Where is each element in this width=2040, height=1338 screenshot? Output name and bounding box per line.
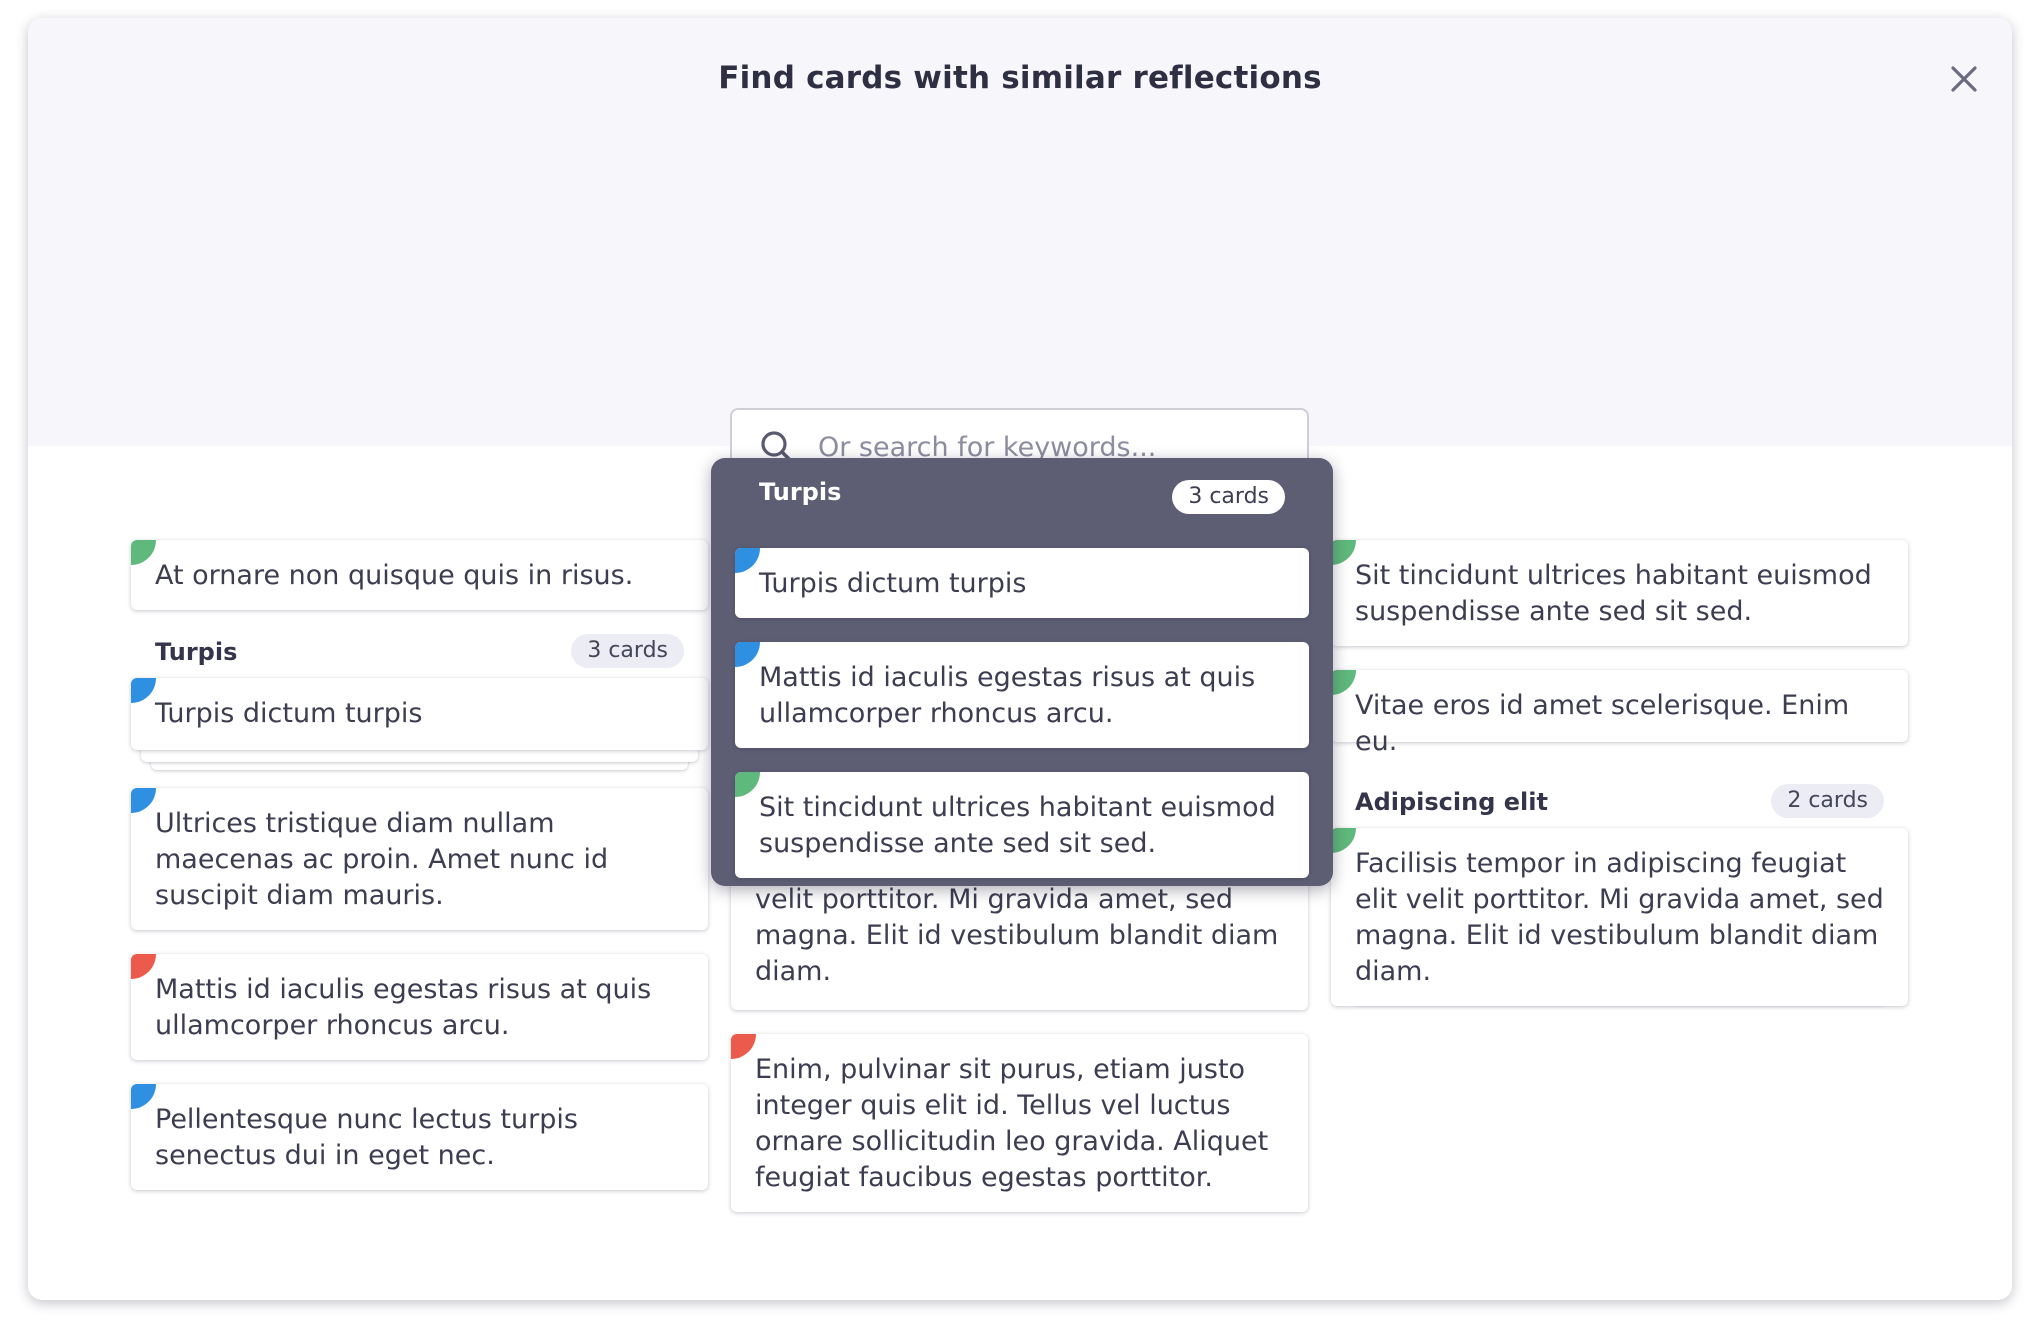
category-marker xyxy=(131,678,156,703)
card-text: Turpis dictum turpis xyxy=(759,568,1027,599)
popup-card[interactable]: Sit tincidunt ultrices habitant euismod … xyxy=(735,772,1309,878)
card-text: Facilisis tempor in adipiscing feugiat e… xyxy=(1355,848,1884,987)
category-marker xyxy=(735,772,760,797)
popup-card[interactable]: Turpis dictum turpis xyxy=(735,548,1309,618)
card-text: Ultrices tristique diam nullam maecenas … xyxy=(155,808,609,911)
category-marker xyxy=(1331,540,1356,565)
card-text: Pellentesque nunc lectus turpis senectus… xyxy=(155,1104,578,1171)
category-marker xyxy=(731,1034,756,1059)
reflection-card[interactable]: Ultrices tristique diam nullam maecenas … xyxy=(131,788,708,930)
card-text: At ornare non quisque quis in risus. xyxy=(155,560,634,591)
popup-card[interactable]: Mattis id iaculis egestas risus at quis … xyxy=(735,642,1309,748)
card-text: velit porttitor. Mi gravida amet, sed ma… xyxy=(755,884,1279,987)
group-title: Adipiscing elit xyxy=(1355,788,1548,816)
close-icon xyxy=(1951,66,1977,92)
reflection-card[interactable]: Vitae eros id amet scelerisque. Enim eu. xyxy=(1331,670,1908,757)
category-marker xyxy=(735,642,760,667)
group-popup: Turpis 3 cards Turpis dictum turpis Matt… xyxy=(711,458,1333,886)
group-header: Turpis 3 cards xyxy=(131,632,708,672)
category-marker xyxy=(131,788,156,813)
category-marker xyxy=(1331,828,1356,853)
card-count-badge: 3 cards xyxy=(571,634,684,668)
category-marker xyxy=(735,548,760,573)
category-marker xyxy=(131,954,156,979)
dialog-title: Find cards with similar reflections xyxy=(718,60,1322,96)
reflection-card[interactable]: At ornare non quisque quis in risus. xyxy=(131,540,708,610)
card-text: Vitae eros id amet scelerisque. Enim eu. xyxy=(1355,690,1850,757)
category-marker xyxy=(1331,670,1356,695)
card-text: Mattis id iaculis egestas risus at quis … xyxy=(759,662,1256,729)
reflection-card[interactable]: Sit tincidunt ultrices habitant euismod … xyxy=(1331,540,1908,646)
card-text: Mattis id iaculis egestas risus at quis … xyxy=(155,974,652,1041)
reflection-card[interactable]: Pellentesque nunc lectus turpis senectus… xyxy=(131,1084,708,1190)
find-similar-dialog: Find cards with similar reflections At o… xyxy=(28,18,2012,1300)
reflection-card[interactable]: Enim, pulvinar sit purus, etiam justo in… xyxy=(731,1034,1308,1212)
card-text: Enim, pulvinar sit purus, etiam justo in… xyxy=(755,1054,1269,1193)
group-top-card[interactable]: Turpis dictum turpis xyxy=(131,678,708,750)
card-text: Turpis dictum turpis xyxy=(155,698,423,729)
popup-group-title: Turpis xyxy=(759,478,842,506)
card-text: Sit tincidunt ultrices habitant euismod … xyxy=(759,792,1276,859)
stacked-card-edge xyxy=(141,748,698,762)
category-marker xyxy=(131,540,156,565)
group-title: Turpis xyxy=(155,638,238,666)
reflection-card[interactable]: Mattis id iaculis egestas risus at quis … xyxy=(131,954,708,1060)
card-text: Sit tincidunt ultrices habitant euismod … xyxy=(1355,560,1872,627)
close-button[interactable] xyxy=(1941,56,1987,102)
group-top-card[interactable]: Facilisis tempor in adipiscing feugiat e… xyxy=(1331,828,1908,1006)
group-header: Adipiscing elit 2 cards xyxy=(1331,782,1908,822)
card-count-badge: 2 cards xyxy=(1771,784,1884,818)
category-marker xyxy=(131,1084,156,1109)
popup-card-count-badge: 3 cards xyxy=(1172,480,1285,514)
